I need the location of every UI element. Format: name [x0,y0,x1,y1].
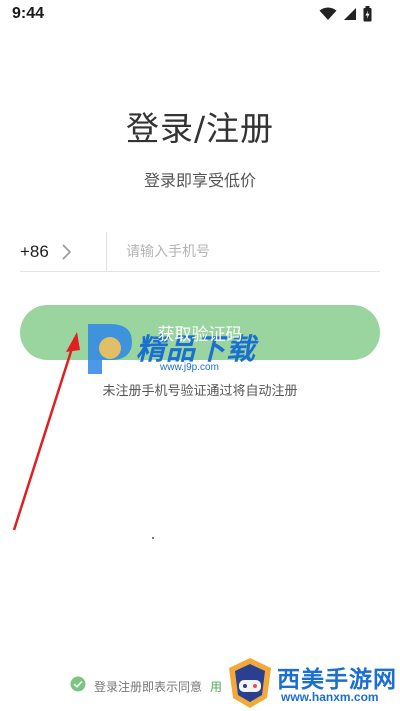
stray-dot [152,537,154,539]
get-code-label: 获取验证码 [157,325,243,345]
chevron-right-icon[interactable] [61,242,73,266]
country-code-selector[interactable]: +86 [20,242,49,262]
divider [106,232,107,272]
battery-icon [363,6,372,22]
status-bar: 9:44 [0,0,400,30]
watermark-shield-icon [229,658,271,708]
agreement-row: 登录注册即表示同意用 [70,676,222,696]
get-code-button[interactable]: 获取验证码 [20,305,380,360]
phone-row: +86 [20,232,380,272]
watermark-site-logo: 西美手游网 www.hanxm.com [225,656,400,711]
status-icons [319,6,372,22]
agreement-link[interactable]: 用 [210,678,222,695]
check-circle-icon[interactable] [70,676,86,696]
wifi-icon [319,7,337,21]
agreement-text: 登录注册即表示同意 [94,679,203,694]
phone-input[interactable] [126,238,376,266]
watermark-site-name: 西美手游网 [277,667,397,693]
auto-register-note: 未注册手机号验证通过将自动注册 [102,384,298,399]
watermark-url: www.j9p.com [160,362,219,373]
status-time: 9:44 [12,5,45,22]
watermark-site-url: www.hanxm.com [281,690,379,704]
page-subtitle: 登录即享受低价 [143,171,256,190]
page-title: 登录/注册 [125,109,275,148]
signal-icon [343,7,357,21]
